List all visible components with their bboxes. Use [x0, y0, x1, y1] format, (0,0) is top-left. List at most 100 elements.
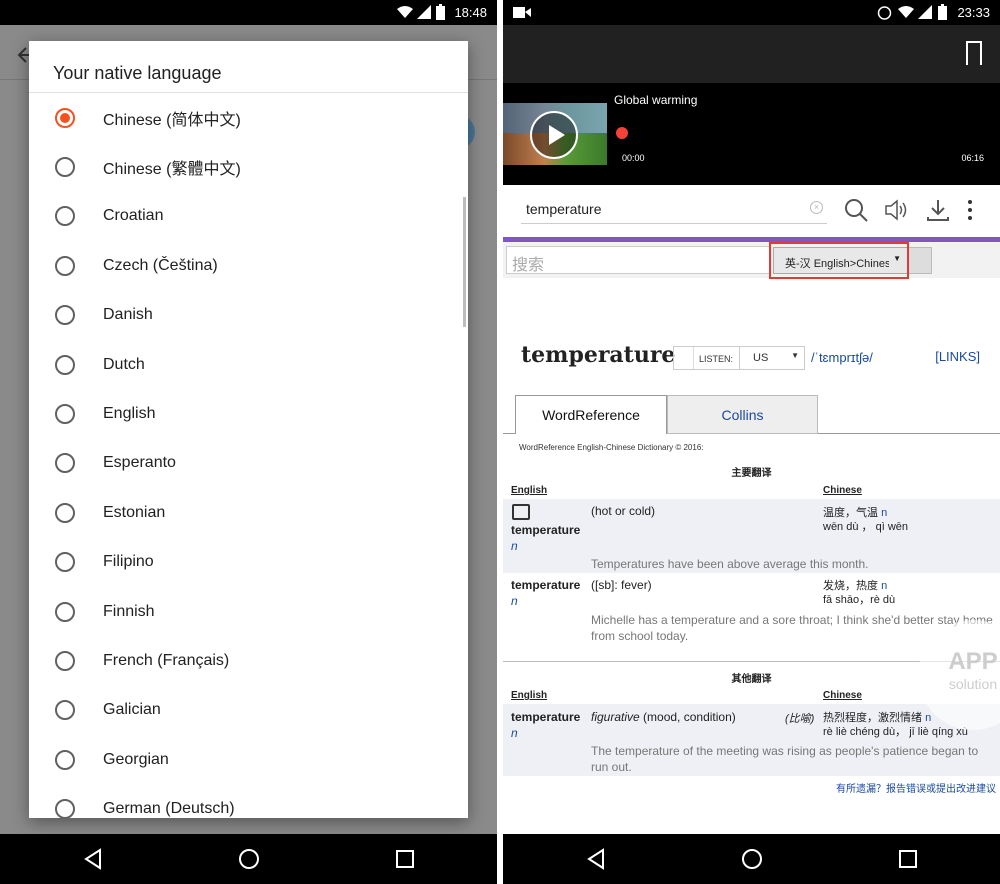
radio-unchecked-icon[interactable]	[55, 404, 75, 425]
current-time: 00:00	[622, 153, 645, 163]
language-option[interactable]: Chinese (繁體中文)	[29, 142, 468, 191]
language-label: Chinese (简体中文)	[103, 111, 241, 129]
entry-chinese-note: (比喻)	[785, 713, 815, 725]
wifi-icon	[898, 6, 914, 18]
search-icon[interactable]	[843, 197, 869, 223]
wr-search-input[interactable]: 搜索	[506, 246, 770, 274]
clear-icon[interactable]: ×	[810, 201, 823, 214]
language-option[interactable]: Georgian	[29, 735, 468, 784]
language-option[interactable]: Filipino	[29, 538, 468, 587]
status-bar: 18:48	[0, 0, 497, 25]
entry-pinyin: wēn dù ， qì wēn	[823, 521, 908, 533]
comment-icon[interactable]	[512, 504, 530, 520]
radio-unchecked-icon[interactable]	[55, 700, 75, 721]
section-heading-main: 主要翻译	[731, 468, 772, 479]
radio-unchecked-icon[interactable]	[55, 453, 75, 474]
radio-unchecked-icon[interactable]	[55, 305, 75, 326]
nav-back-icon[interactable]	[78, 844, 108, 874]
nav-recents-icon[interactable]	[893, 844, 923, 874]
table-row: temperature n figurative (mood, conditio…	[503, 704, 1000, 776]
language-label: French (Français)	[103, 651, 230, 669]
language-option[interactable]: English	[29, 389, 468, 438]
accent-select[interactable]: US ▼	[739, 347, 805, 369]
speaker-icon[interactable]	[883, 197, 909, 223]
links-link[interactable]: [LINKS]	[935, 349, 980, 364]
signal-icon	[918, 5, 932, 19]
language-label: Czech (Čeština)	[103, 256, 218, 274]
radio-unchecked-icon[interactable]	[55, 799, 75, 818]
nav-back-icon[interactable]	[581, 844, 611, 874]
nav-home-icon[interactable]	[737, 844, 767, 874]
language-label: Chinese (繁體中文)	[103, 161, 241, 179]
radio-checked-icon[interactable]	[55, 107, 75, 128]
nav-home-icon[interactable]	[234, 844, 264, 874]
column-header-english: English	[511, 485, 548, 496]
watermark-subtext: solution	[948, 676, 998, 692]
record-indicator-icon	[616, 127, 628, 139]
column-header-chinese: Chinese	[823, 485, 862, 496]
scrollbar[interactable]	[463, 197, 466, 327]
language-option[interactable]: Estonian	[29, 488, 468, 537]
report-link[interactable]: 有所遗漏？报告错误或提出改进建议	[836, 780, 996, 795]
download-icon[interactable]	[925, 197, 951, 223]
bookmark-icon[interactable]	[966, 41, 982, 65]
listen-play-button[interactable]	[674, 347, 694, 369]
headword: temperature	[521, 342, 676, 368]
thumbnail[interactable]	[503, 103, 607, 165]
battery-icon	[436, 4, 445, 20]
more-vert-icon[interactable]	[965, 197, 975, 223]
language-option[interactable]: Chinese (简体中文)	[29, 93, 468, 142]
table-row: temperature n (hot or cold) 温度，气温 n wēn …	[503, 499, 1000, 573]
entry-pinyin: fā shāo，rè dù	[823, 594, 896, 606]
language-option[interactable]: Danish	[29, 291, 468, 340]
search-input[interactable]: temperature ×	[521, 196, 827, 224]
radio-unchecked-icon[interactable]	[55, 206, 75, 227]
entry-usage: figurative	[591, 710, 640, 724]
radio-unchecked-icon[interactable]	[55, 354, 75, 375]
entry-example: The temperature of the meeting was risin…	[591, 744, 979, 774]
nav-bar	[0, 834, 497, 884]
tab-collins[interactable]: Collins	[667, 395, 818, 434]
nav-bar	[503, 834, 1000, 884]
entry-example: Temperatures have been above average thi…	[591, 557, 869, 571]
wordreference-page: 搜索 英-汉 English>Chinese ▼ temperature LIS…	[503, 242, 1000, 834]
accent-value: US	[753, 352, 769, 364]
nav-recents-icon[interactable]	[390, 844, 420, 874]
column-header-english: English	[511, 690, 548, 701]
radio-unchecked-icon[interactable]	[55, 255, 75, 276]
language-option[interactable]: Galician	[29, 686, 468, 735]
left-phone-screen: 18:48 Your native language Chinese (简体中文…	[0, 0, 497, 884]
signal-icon	[417, 5, 431, 19]
watermark-text: APP	[948, 648, 998, 675]
radio-unchecked-icon[interactable]	[55, 502, 75, 523]
language-option[interactable]: German (Deutsch)	[29, 784, 468, 818]
entry-pos: n	[511, 726, 518, 740]
search-query: temperature	[526, 201, 602, 217]
language-option[interactable]: Dutch	[29, 340, 468, 389]
tab-wordreference[interactable]: WordReference	[515, 395, 667, 434]
radio-unchecked-icon[interactable]	[55, 601, 75, 622]
entry-word: temperature	[511, 578, 581, 592]
language-label: English	[103, 405, 156, 423]
radio-unchecked-icon[interactable]	[55, 650, 75, 671]
entry-word: temperature	[511, 523, 581, 537]
highlight-box	[769, 242, 909, 279]
entry-pos: n	[511, 594, 518, 608]
column-header-chinese: Chinese	[823, 690, 862, 701]
play-icon[interactable]	[530, 111, 578, 159]
language-option[interactable]: Finnish	[29, 587, 468, 636]
language-option[interactable]: Czech (Čeština)	[29, 241, 468, 290]
radio-unchecked-icon[interactable]	[55, 157, 75, 178]
status-bar: 23:33	[503, 0, 1000, 25]
radio-unchecked-icon[interactable]	[55, 749, 75, 770]
listen-label: LISTEN:	[699, 354, 734, 364]
language-option[interactable]: Esperanto	[29, 439, 468, 488]
radio-unchecked-icon[interactable]	[55, 552, 75, 573]
search-bar: temperature ×	[503, 185, 1000, 237]
go-button[interactable]	[908, 247, 932, 274]
language-option[interactable]: Croatian	[29, 192, 468, 241]
entry-definition: ([sb]: fever)	[591, 578, 652, 592]
dropdown-arrow-icon: ▼	[791, 351, 799, 360]
language-option[interactable]: French (Français)	[29, 636, 468, 685]
listen-control: LISTEN: US ▼	[673, 346, 805, 370]
